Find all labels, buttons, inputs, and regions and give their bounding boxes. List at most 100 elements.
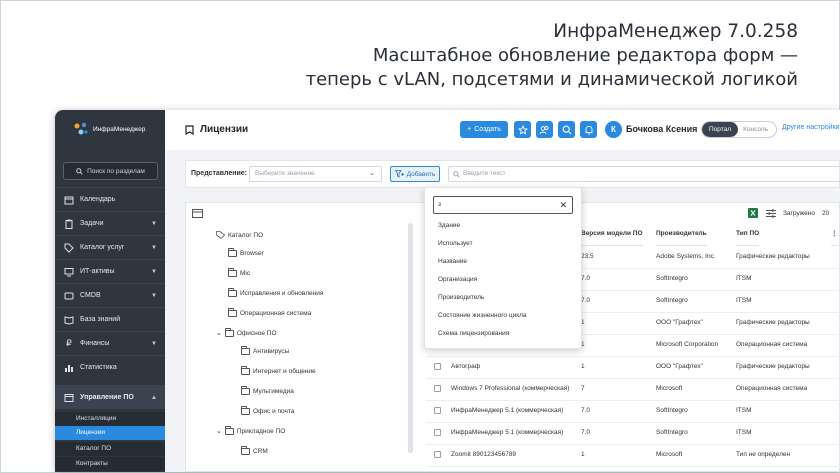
tree-node[interactable]: ⌄ Прикладное ПО — [216, 425, 286, 435]
table-row[interactable]: Windows 7 Professional (коммерческая) 7 Mi… — [426, 378, 840, 401]
view-select-placeholder: Выберите значение — [255, 170, 315, 177]
column-header[interactable]: Производитель — [656, 223, 707, 246]
column-menu-icon[interactable]: ⋮ — [831, 223, 838, 246]
tree-node[interactable]: Интернет и общение — [241, 366, 316, 375]
chevron-down-icon[interactable]: ⌄ — [216, 329, 222, 337]
loaded-label: Загружено — [783, 210, 815, 217]
tree-scrollbar[interactable] — [408, 223, 413, 453]
folder-icon — [228, 248, 237, 257]
sidebar-item-cmdb[interactable]: CMDB ▼ — [55, 283, 165, 307]
cell-vendor: SoftIntegro — [656, 297, 688, 304]
table-row[interactable]: ИнфраМенеджер 5.1 (коммерческая) 7.0 SoftI… — [426, 400, 840, 423]
panel-toggle-icon[interactable] — [192, 209, 203, 218]
tree-node-label: Мультимедиа — [253, 388, 294, 395]
tree-node[interactable]: Каталог ПО — [216, 231, 263, 239]
cell-type: ITSM — [736, 429, 752, 436]
cell-type: Операционная система — [736, 385, 808, 392]
text-search-input[interactable]: Введите текст — [448, 166, 840, 182]
sidebar-subitem-licenses[interactable]: Лицензии — [55, 426, 165, 440]
database-icon — [64, 291, 74, 301]
favorites-button[interactable] — [514, 121, 531, 138]
table-row[interactable]: ИнфраМенеджер 5.1 (коммерческая) 7.0 SoftI… — [426, 422, 840, 445]
window-icon — [64, 393, 74, 403]
tree-node[interactable]: Исправления и обновления — [228, 288, 323, 297]
bar-chart-icon — [64, 363, 74, 373]
add-filter-button[interactable]: Добавить — [390, 166, 440, 182]
sidebar-subitem-installations[interactable]: Инсталляции — [55, 412, 165, 426]
folder-icon — [241, 346, 250, 355]
folder-icon — [228, 308, 237, 317]
row-checkbox[interactable] — [434, 385, 441, 392]
search-icon — [562, 125, 571, 134]
close-icon[interactable]: ✕ — [559, 197, 567, 213]
sidebar-subitem-contracts[interactable]: Контракты — [55, 457, 165, 471]
column-header[interactable]: Версия модели ПО — [581, 223, 643, 246]
dropdown-option[interactable]: Производитель — [438, 294, 484, 301]
dropdown-option[interactable]: Состояние жизненного цикла — [438, 312, 527, 319]
sidebar-search[interactable]: Поиск по разделам — [63, 162, 158, 180]
cell-version: 7.0 — [581, 275, 591, 282]
sidebar: ИнфраМенеджер Поиск по разделам Календар… — [55, 110, 165, 472]
tree-node[interactable]: ⌄ Офисное ПО — [216, 327, 277, 337]
folder-icon — [228, 288, 237, 297]
tree-node[interactable]: CRM — [241, 446, 268, 455]
sidebar-item-knowledge-base[interactable]: База знаний — [55, 307, 165, 331]
table-row[interactable]: Zoomit 890123456789 1 Microsoft Тип не опре… — [426, 444, 840, 467]
tree-node[interactable]: Мультимедиа — [241, 386, 294, 395]
view-select[interactable]: Выберите значение ⌄ — [249, 166, 382, 182]
dropdown-option[interactable]: Здание — [438, 222, 460, 229]
user-name[interactable]: Бочкова Ксения — [626, 124, 697, 134]
search-button[interactable] — [558, 121, 575, 138]
sidebar-item-it-assets[interactable]: ИТ-активы ▼ — [55, 259, 165, 283]
tree-node[interactable]: Антивирусы — [241, 346, 289, 355]
logo[interactable]: ИнфраМенеджер — [73, 122, 145, 136]
dropdown-option[interactable]: Использует — [438, 240, 473, 247]
create-button[interactable]: + Создать — [460, 121, 508, 138]
headline: ИнфраМенеджер 7.0.258 Масштабное обновле… — [306, 20, 798, 92]
notifications-button[interactable] — [580, 121, 597, 138]
row-checkbox[interactable] — [434, 363, 441, 370]
dropdown-option[interactable]: Схема лицензирования — [438, 330, 509, 337]
cell-version: 23.5 — [581, 253, 594, 260]
tree-node[interactable]: Офис и почта — [241, 406, 294, 415]
row-checkbox[interactable] — [434, 407, 441, 414]
dropdown-option[interactable]: Название — [438, 258, 467, 265]
users-button[interactable] — [536, 121, 553, 138]
other-settings-link[interactable]: Другие настройки — [782, 124, 840, 131]
cell-vendor: ООО "Графтех" — [656, 319, 703, 326]
sidebar-item-statistics[interactable]: Статистика — [55, 355, 165, 379]
sidebar-item-finance[interactable]: ₽ Финансы ▼ — [55, 331, 165, 355]
sidebar-item-calendar[interactable]: Календарь — [55, 187, 165, 211]
chevron-down-icon: ⌄ — [369, 170, 375, 177]
sidebar-item-service-catalog[interactable]: Каталог услуг ▼ — [55, 235, 165, 259]
page-title-text: Лицензии — [200, 124, 249, 135]
cell-type: ITSM — [736, 407, 752, 414]
table-row[interactable]: Автограф 1 ООО "Графтех" Графические редакт… — [426, 356, 840, 379]
excel-export-icon[interactable] — [748, 208, 758, 218]
row-checkbox[interactable] — [434, 429, 441, 436]
bookmark-icon — [185, 124, 194, 135]
cell-vendor: ООО "Графтех" — [656, 363, 703, 370]
mode-toggle[interactable]: Портал Консоль — [701, 121, 777, 138]
settings-sliders-icon[interactable] — [766, 209, 776, 218]
cell-vendor: Microsoft Corporation — [656, 341, 719, 348]
page-title: Лицензии — [185, 124, 248, 135]
tree-node[interactable]: Browser — [228, 248, 264, 257]
sidebar-item-label: Финансы — [80, 340, 110, 347]
field-search-input[interactable]: з ✕ — [433, 196, 573, 214]
toggle-portal[interactable]: Портал — [702, 122, 739, 137]
avatar[interactable]: К — [605, 121, 622, 138]
view-label: Представление: — [191, 170, 247, 177]
bell-icon — [585, 125, 592, 134]
tree-node[interactable]: Mic — [228, 268, 250, 277]
sidebar-subitem-software-catalog[interactable]: Каталог ПО — [55, 442, 165, 456]
tree-node[interactable]: Операционная система — [228, 308, 311, 317]
tree-node-label: Прикладное ПО — [236, 427, 286, 435]
sidebar-item-software-management[interactable]: Управление ПО ▲ — [55, 385, 165, 409]
toggle-console[interactable]: Консоль — [738, 126, 773, 133]
row-checkbox[interactable] — [434, 451, 441, 458]
dropdown-option[interactable]: Организация — [438, 276, 477, 283]
chevron-down-icon[interactable]: ⌄ — [216, 427, 222, 435]
column-header[interactable]: Тип ПО — [736, 223, 760, 246]
sidebar-item-tasks[interactable]: Задачи ▼ — [55, 211, 165, 235]
